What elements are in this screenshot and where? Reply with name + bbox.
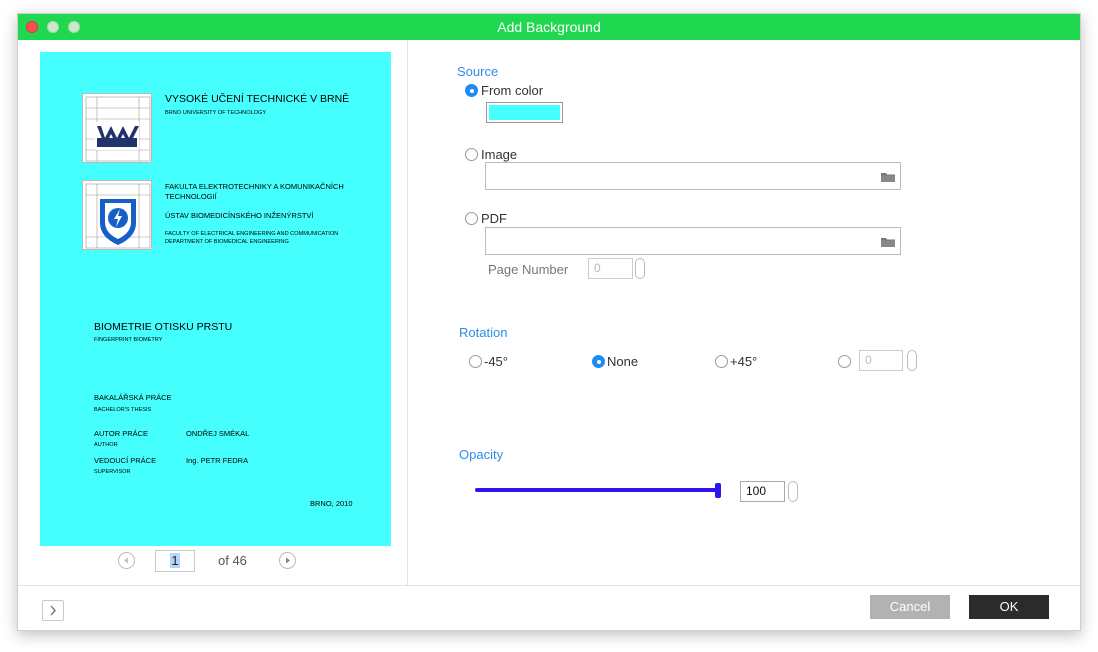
- rotation-plus45-radio[interactable]: [715, 355, 728, 368]
- title-bar: Add Background: [18, 14, 1080, 40]
- image-radio[interactable]: [465, 148, 478, 161]
- page-number-input[interactable]: 0: [588, 258, 633, 279]
- document-preview: VYSOKÉ UČENÍ TECHNICKÉ V BRNĚ BRNO UNIVE…: [40, 52, 391, 546]
- supervisor-name: Ing. PETR FEDRA: [186, 456, 249, 465]
- selected-color: [489, 105, 560, 120]
- page-total-label: of 46: [218, 553, 247, 568]
- rotation-custom-stepper[interactable]: [907, 350, 917, 371]
- university-logo: [82, 93, 152, 163]
- author-label: AUTOR PRÁCE: [94, 429, 149, 438]
- current-page-value: 1: [170, 553, 180, 568]
- thesis-title: BIOMETRIE OTISKU PRSTU: [94, 321, 233, 333]
- triangle-left-icon: [124, 557, 128, 564]
- faculty-logo: [82, 180, 152, 250]
- author-label-en: AUTHOR: [94, 442, 118, 448]
- author-name: ONDŘEJ SMÉKAL: [186, 429, 250, 438]
- faculty-en: FACULTY OF ELECTRICAL ENGINEERING AND CO…: [165, 231, 339, 237]
- rotation-section-title: Rotation: [459, 325, 508, 340]
- page-number-label: Page Number: [488, 262, 569, 277]
- place-year: BRNO, 2010: [310, 499, 353, 508]
- ok-button[interactable]: OK: [969, 595, 1049, 619]
- opacity-slider-thumb[interactable]: [715, 483, 721, 498]
- opacity-slider-track[interactable]: [475, 488, 721, 492]
- university-name: VYSOKÉ UČENÍ TECHNICKÉ V BRNĚ: [165, 93, 350, 105]
- rotation-none-radio[interactable]: [592, 355, 605, 368]
- faculty-line1: FAKULTA ELEKTROTECHNIKY A KOMUNIKAČNÍCH: [165, 182, 344, 191]
- faculty-line2: TECHNOLOGIÍ: [165, 192, 217, 201]
- color-picker-well[interactable]: [486, 102, 563, 123]
- next-page-button[interactable]: [279, 552, 296, 569]
- pdf-label: PDF: [481, 211, 507, 226]
- source-section-title: Source: [457, 64, 499, 79]
- supervisor-label: VEDOUCÍ PRÁCE: [94, 456, 157, 465]
- page-number-stepper[interactable]: [635, 258, 645, 279]
- page-navigator: 1 of 46: [18, 550, 407, 574]
- previous-page-button[interactable]: [118, 552, 135, 569]
- pdf-radio[interactable]: [465, 212, 478, 225]
- image-path-field[interactable]: [485, 162, 901, 190]
- supervisor-label-en: SUPERVISOR: [94, 469, 131, 475]
- preview-pane: VYSOKÉ UČENÍ TECHNICKÉ V BRNĚ BRNO UNIVE…: [18, 40, 408, 585]
- opacity-value-input[interactable]: 100: [740, 481, 785, 502]
- rotation-minus45-label: -45°: [484, 354, 508, 369]
- institute-name: ÚSTAV BIOMEDICÍNSKÉHO INŽENÝRSTVÍ: [165, 211, 314, 220]
- window-title: Add Background: [497, 19, 601, 35]
- dialog-footer: Cancel OK: [18, 585, 1080, 633]
- folder-icon[interactable]: [881, 172, 895, 182]
- thesis-type: BAKALÁŘSKÁ PRÁCE: [94, 393, 172, 402]
- from-color-radio[interactable]: [465, 84, 478, 97]
- folder-icon[interactable]: [881, 237, 895, 247]
- opacity-section-title: Opacity: [459, 447, 504, 462]
- page-number-input[interactable]: 1: [155, 550, 195, 572]
- triangle-right-icon: [286, 557, 290, 564]
- from-color-label: From color: [481, 83, 544, 98]
- cancel-button[interactable]: Cancel: [870, 595, 950, 619]
- pdf-path-field[interactable]: [485, 227, 901, 255]
- opacity-stepper[interactable]: [788, 481, 798, 502]
- rotation-minus45-radio[interactable]: [469, 355, 482, 368]
- department-en: DEPARTMENT OF BIOMEDICAL ENGINEERING: [165, 239, 289, 245]
- add-background-dialog: Add Background VYSOKÉ UČENÍ TECHNICKÉ V …: [17, 13, 1081, 631]
- expand-button[interactable]: [42, 600, 64, 621]
- university-name-en: BRNO UNIVERSITY OF TECHNOLOGY: [165, 110, 267, 116]
- rotation-plus45-label: +45°: [730, 354, 758, 369]
- thesis-type-en: BACHELOR'S THESIS: [94, 407, 152, 413]
- image-label: Image: [481, 147, 518, 162]
- rotation-custom-radio[interactable]: [838, 355, 851, 368]
- chevron-right-icon: [50, 605, 56, 616]
- rotation-custom-input[interactable]: 0: [859, 350, 903, 371]
- thesis-title-en: FINGERPRINT BIOMETRY: [94, 337, 163, 343]
- rotation-none-label: None: [607, 354, 639, 369]
